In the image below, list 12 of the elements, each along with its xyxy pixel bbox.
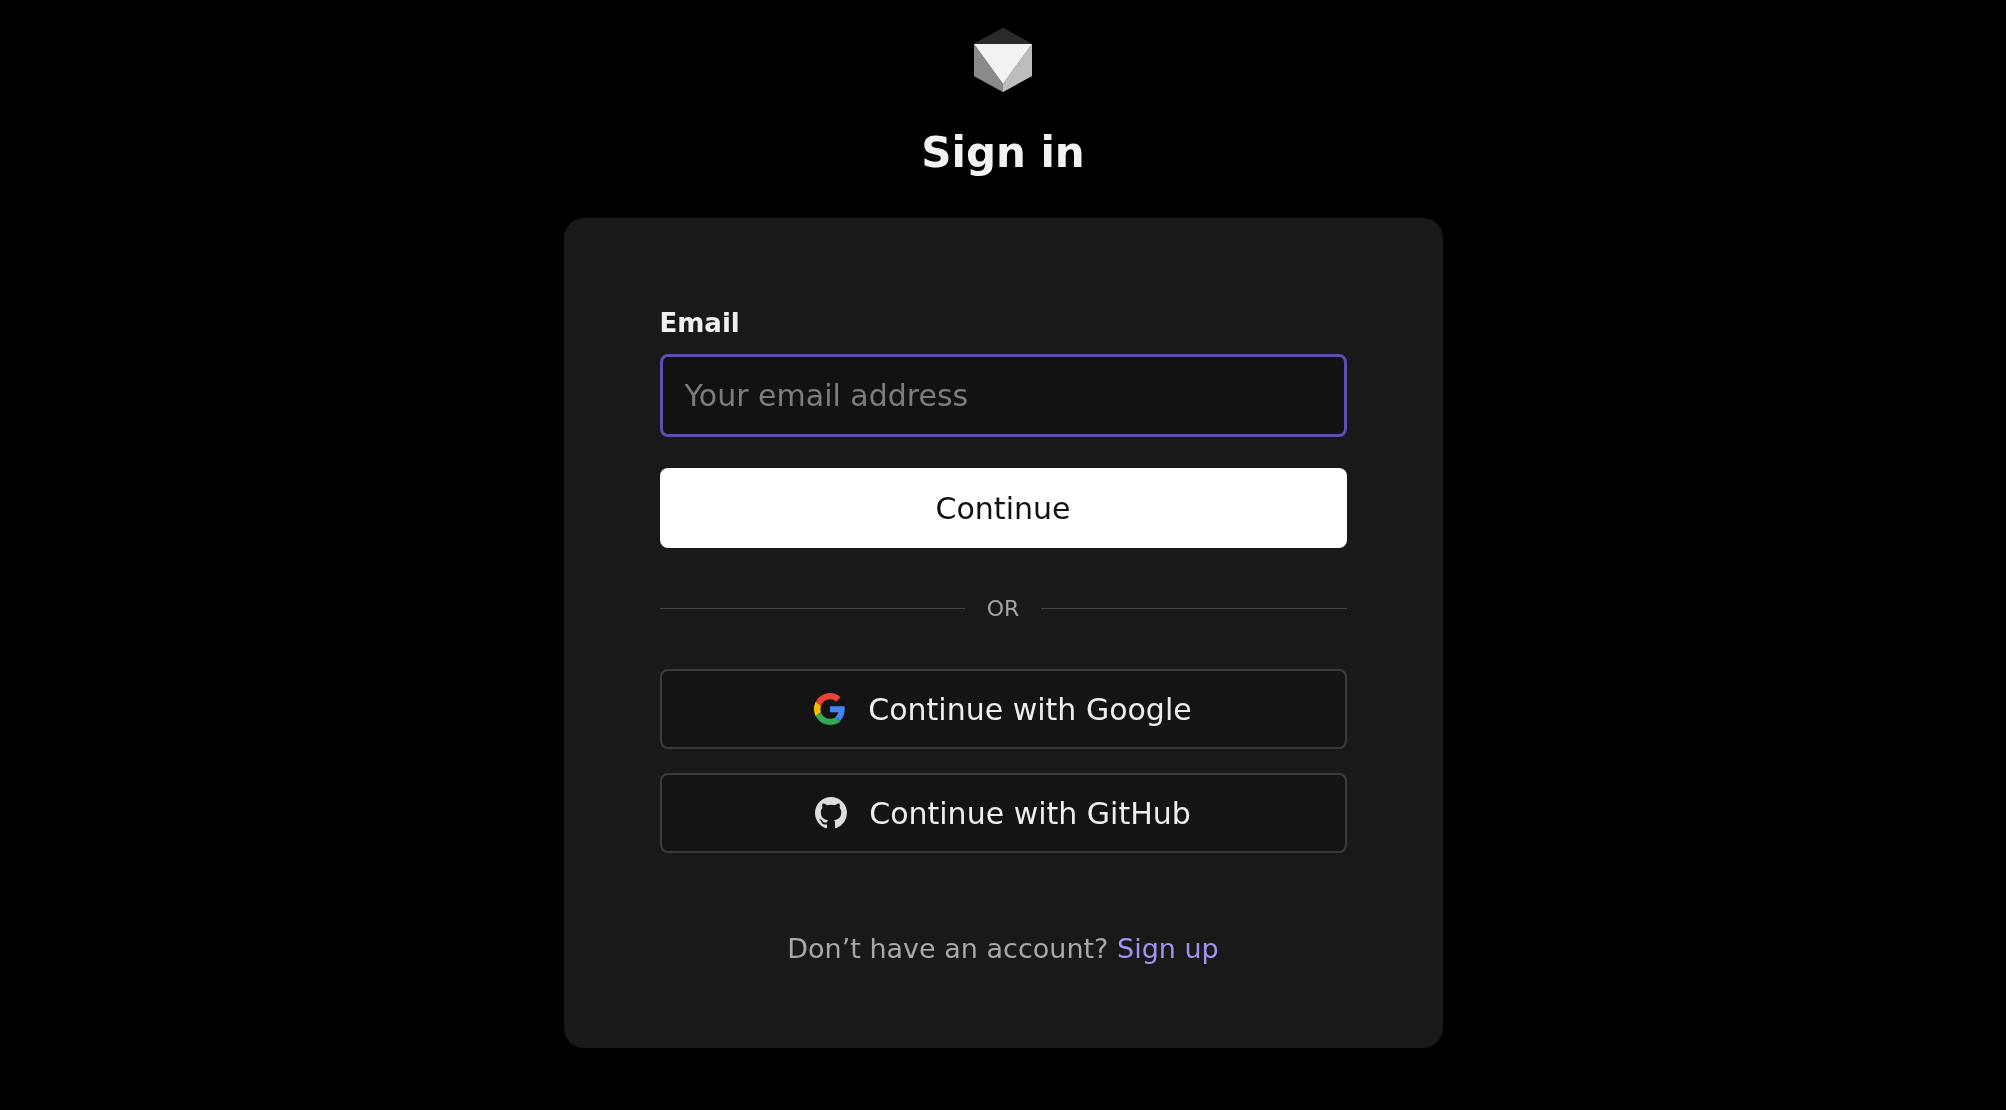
continue-button[interactable]: Continue [659,468,1347,549]
google-icon [814,693,847,726]
divider-label: OR [986,596,1020,622]
google-sign-in-button[interactable]: Continue with Google [659,669,1347,750]
email-field[interactable]: Your email address [659,354,1347,438]
github-sign-in-button[interactable]: Continue with GitHub [659,773,1347,854]
page-title: Sign in [921,128,1085,179]
github-icon [815,797,848,830]
sign-up-link[interactable]: Sign up [1117,933,1219,965]
footer-text: Don’t have an account? [787,933,1109,965]
field-label: Email [659,308,741,339]
cube-logo [972,26,1034,94]
